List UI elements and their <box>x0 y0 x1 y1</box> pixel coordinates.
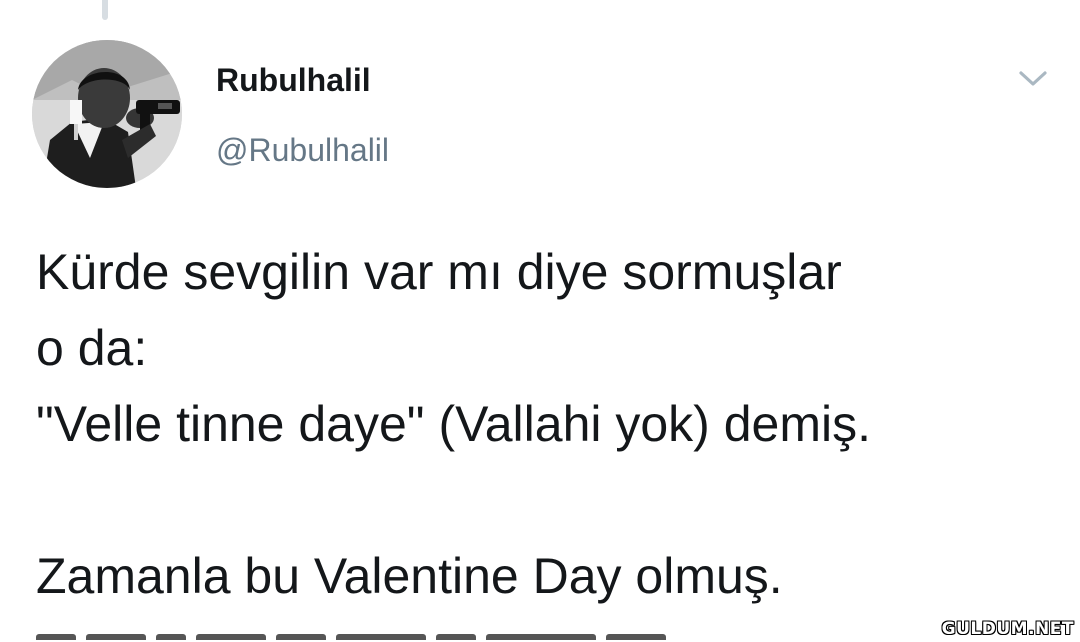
profile-photo <box>32 40 182 188</box>
tweet-text-line: Kürde sevgilin var mı diye sormuşlar <box>36 244 842 300</box>
watermark-logo: GULDUM.NET <box>941 619 1074 639</box>
author-handle[interactable]: @Rubulhalil <box>216 128 389 172</box>
tweet-text-line: "Velle tinne daye" (Vallahi yok) demiş. <box>36 396 871 452</box>
chevron-down-icon <box>1019 71 1047 86</box>
author-display-name[interactable]: Rubulhalil <box>216 60 371 100</box>
avatar[interactable] <box>32 40 182 188</box>
tweet-text-line: o da: <box>36 320 148 376</box>
cutoff-next-line <box>36 634 796 642</box>
tweet-menu-button[interactable] <box>1012 62 1054 96</box>
thread-connector-line <box>102 0 108 20</box>
tweet-text: Kürde sevgilin var mı diye sormuşlar o d… <box>36 234 1066 614</box>
tweet-text-line: Zamanla bu Valentine Day olmuş. <box>36 548 783 604</box>
